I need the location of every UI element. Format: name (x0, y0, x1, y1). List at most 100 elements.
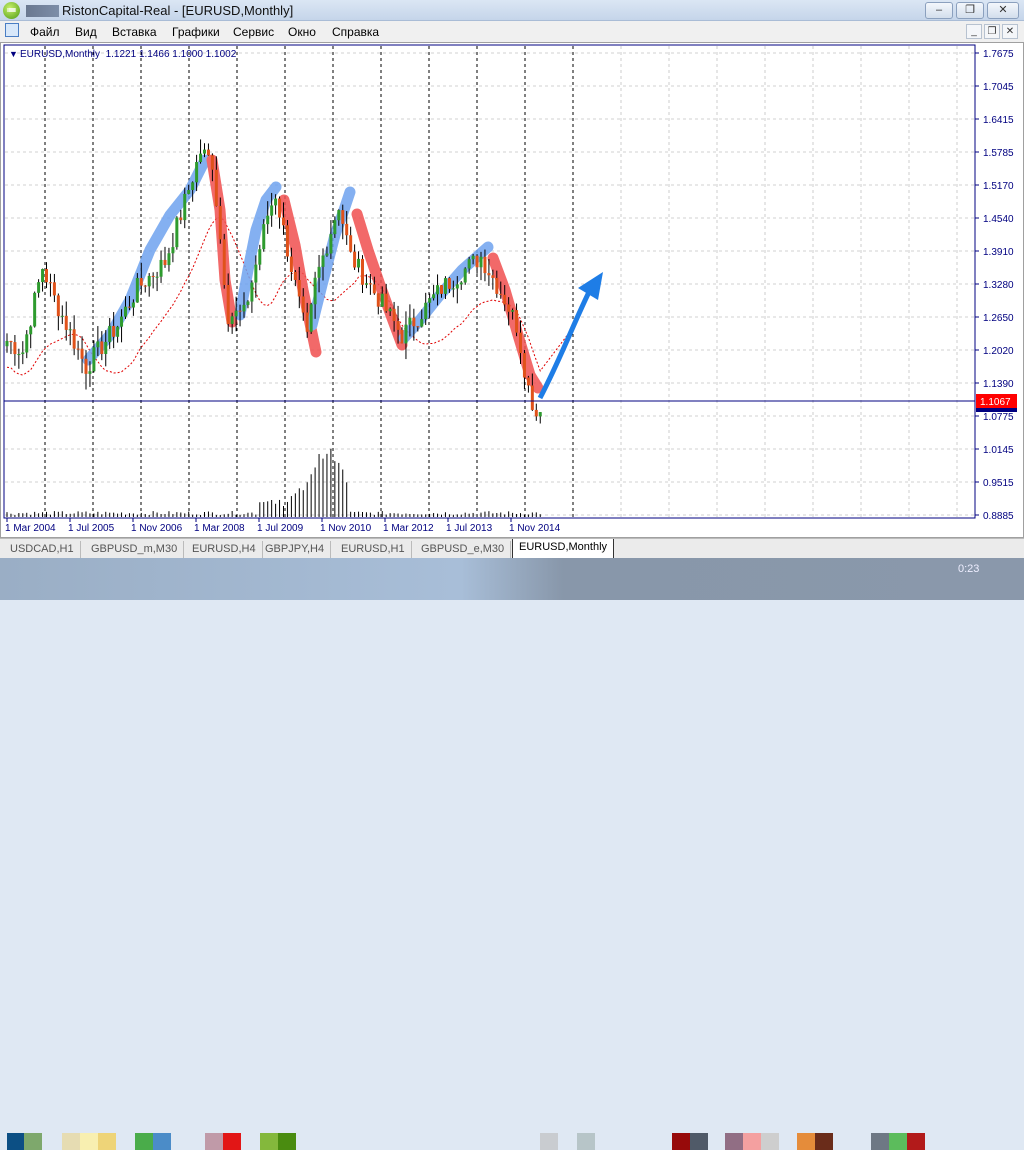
price-label: 0.9515 (983, 478, 1014, 489)
taskbar-app-icon[interactable] (7, 1133, 25, 1150)
price-label: 0.8885 (983, 511, 1014, 522)
candle (80, 348, 84, 359)
candle (491, 275, 495, 278)
candle (361, 258, 364, 285)
candle (41, 269, 45, 283)
candle (317, 266, 321, 278)
candle (230, 316, 234, 324)
tab-chart[interactable]: GBPJPY,H4 (259, 541, 332, 558)
candle (436, 285, 440, 295)
candle (48, 282, 52, 284)
candle (131, 302, 135, 308)
price-label: 1.5785 (983, 148, 1014, 159)
taskbar-app-icon[interactable] (743, 1133, 761, 1150)
candle (159, 259, 163, 277)
candle (293, 272, 297, 280)
candle (329, 234, 333, 254)
tab-chart[interactable]: GBPUSD_e,M30 (415, 541, 512, 558)
candle (195, 161, 199, 183)
tab-chart[interactable]: GBPUSD_m,M30 (85, 541, 185, 558)
price-label: 1.4540 (983, 214, 1014, 225)
candle (368, 283, 372, 285)
taskbar-app-icon[interactable] (690, 1133, 708, 1150)
candle (388, 308, 392, 312)
candle (199, 153, 203, 162)
candle (392, 308, 396, 322)
tab-chart[interactable]: EURUSD,H1 (335, 541, 412, 558)
taskbar-app-icon[interactable] (672, 1133, 690, 1150)
candle (175, 217, 179, 248)
candle (432, 294, 436, 299)
candle (246, 301, 250, 305)
candle (258, 249, 262, 265)
taskbar-app-icon[interactable] (278, 1133, 296, 1150)
tab-chart[interactable]: EURUSD,H4 (186, 541, 263, 558)
candle (522, 353, 526, 378)
price-chart[interactable]: 1.7675 1.7045 1.6415 1.5785 1.5170 1.4540 1.39… (0, 0, 1024, 538)
candle (471, 255, 475, 260)
candle (151, 275, 155, 277)
candle (420, 319, 424, 327)
candle (226, 284, 230, 324)
candle (309, 304, 313, 332)
taskbar-app-icon[interactable] (907, 1133, 925, 1150)
candle (33, 292, 37, 327)
taskbar-app-icon[interactable] (871, 1133, 889, 1150)
candle (408, 317, 412, 325)
taskbar-app-icon[interactable] (577, 1133, 595, 1150)
taskbar-app-icon[interactable] (98, 1133, 116, 1150)
taskbar-app-icon[interactable] (761, 1133, 779, 1150)
candle (384, 293, 388, 312)
candle (289, 256, 293, 273)
candle (84, 358, 88, 374)
candle (116, 326, 120, 337)
price-label: 1.2020 (983, 346, 1014, 357)
candle (301, 296, 305, 313)
taskbar-app-icon[interactable] (540, 1133, 558, 1150)
candle (353, 251, 357, 268)
candle (9, 340, 13, 343)
price-label: 1.3280 (983, 280, 1014, 291)
candle (210, 155, 214, 170)
candle (127, 306, 131, 308)
price-label: 1.6415 (983, 115, 1014, 126)
candle (206, 149, 210, 156)
candle (357, 258, 361, 268)
taskbar-app-icon[interactable] (135, 1133, 153, 1150)
candle (534, 409, 538, 417)
candle (463, 268, 467, 283)
candle (25, 334, 29, 353)
taskbar-app-icon[interactable] (815, 1133, 833, 1150)
taskbar-app-icon[interactable] (153, 1133, 171, 1150)
candle (108, 325, 112, 342)
candle (270, 205, 274, 216)
taskbar-app-icon[interactable] (260, 1133, 278, 1150)
taskbar-app-icon[interactable] (205, 1133, 223, 1150)
candle (424, 302, 428, 320)
candle (88, 371, 92, 374)
candle (447, 278, 451, 289)
taskbar-app-icon[interactable] (62, 1133, 80, 1150)
taskbar-app-icon[interactable] (889, 1133, 907, 1150)
candle (364, 283, 368, 285)
candle (274, 198, 278, 206)
taskbar-app-icon[interactable] (223, 1133, 241, 1150)
candle (68, 329, 72, 331)
candle (37, 282, 41, 293)
candle (155, 276, 159, 278)
candle (467, 259, 471, 269)
candle (443, 278, 447, 294)
candle (487, 273, 491, 276)
taskbar-app-icon[interactable] (797, 1133, 815, 1150)
price-label: 1.7675 (983, 49, 1014, 60)
tab-chart[interactable]: USDCAD,H1 (4, 541, 81, 558)
candle (72, 329, 76, 349)
taskbar-app-icon[interactable] (80, 1133, 98, 1150)
candle (100, 341, 104, 354)
candle (455, 284, 459, 289)
taskbar-app-icon[interactable] (725, 1133, 743, 1150)
tab-chart[interactable]: EURUSD,Monthly (512, 539, 615, 559)
taskbar-app-icon[interactable] (24, 1133, 42, 1150)
candle (503, 294, 507, 305)
time-label: 1 Nov 2006 (131, 523, 183, 534)
